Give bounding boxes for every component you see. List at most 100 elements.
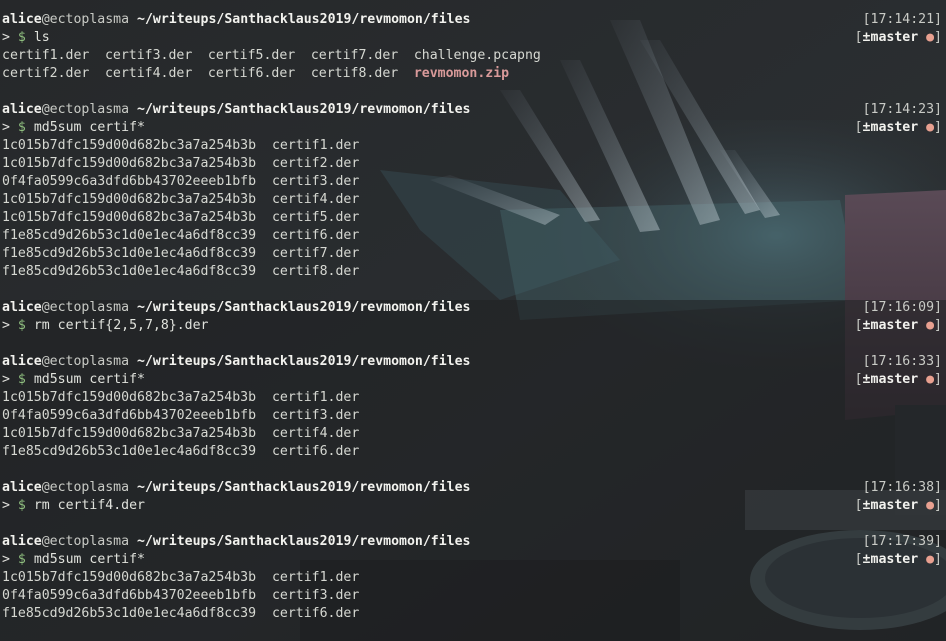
- prompt-host: ectoplasma: [49, 480, 130, 495]
- prompt-at: @: [41, 102, 50, 117]
- prompt-host: ectoplasma: [49, 300, 130, 315]
- git-branch-name: master: [870, 498, 919, 513]
- prompt-caret-icon: >: [2, 120, 10, 135]
- command-line: > $ md5sum certif* [±master ●]: [2, 119, 942, 137]
- prompt-caret-icon: >: [2, 30, 10, 45]
- git-status: [±master ●]: [855, 551, 942, 569]
- ls-entry: certif3.der: [104, 48, 193, 63]
- prompt-user: alice: [2, 534, 42, 549]
- ls-output-row: certif1.der certif3.der certif5.der certif7…: [2, 47, 942, 65]
- prompt-dollar: $: [17, 552, 26, 567]
- git-status: [±master ●]: [855, 119, 942, 137]
- git-dirty-dot-icon: ●: [926, 30, 935, 45]
- md5sum-output-line: 0f4fa0599c6a3dfd6bb43702eeeb1bfb certif3…: [2, 588, 360, 603]
- md5sum-output-line: f1e85cd9d26b53c1d0e1ec4a6df8cc39 certif6…: [2, 228, 360, 243]
- prompt-at: @: [41, 534, 50, 549]
- md5sum-output-line: 1c015b7dfc159d00d682bc3a7a254b3b certif1…: [2, 570, 360, 585]
- prompt-path: ~/writeups/Santhacklaus2019/revmomon/fil…: [137, 480, 471, 495]
- git-bracket-open: [: [854, 552, 863, 567]
- md5sum-output-line: 1c015b7dfc159d00d682bc3a7a254b3b certif2…: [2, 156, 360, 171]
- md5sum-output-line: 0f4fa0599c6a3dfd6bb43702eeeb1bfb certif3…: [2, 408, 360, 423]
- prompt-dollar: $: [17, 30, 26, 45]
- git-dirty-dot-icon: ●: [926, 120, 935, 135]
- prompt-caret-icon: >: [2, 318, 10, 333]
- prompt-host: ectoplasma: [49, 12, 130, 27]
- prompt-dollar: $: [17, 498, 26, 513]
- prompt-dollar: $: [17, 318, 26, 333]
- prompt-path: ~/writeups/Santhacklaus2019/revmomon/fil…: [137, 102, 471, 117]
- prompt-user: alice: [2, 12, 42, 27]
- prompt-user: alice: [2, 480, 42, 495]
- prompt-timestamp: [17:14:23]: [862, 102, 942, 117]
- prompt-caret-icon: >: [2, 552, 10, 567]
- ls-entry-archive: revmomon.zip: [413, 66, 510, 81]
- prompt-at: @: [41, 300, 50, 315]
- prompt-timestamp: [17:17:39]: [862, 534, 942, 549]
- prompt-at: @: [41, 12, 50, 27]
- ls-entry: certif4.der: [104, 66, 193, 81]
- git-bracket-close: ]: [934, 120, 942, 135]
- command-line: > $ rm certif{2,5,7,8}.der [±master ●]: [2, 317, 942, 335]
- prompt-timestamp: [17:14:21]: [862, 12, 942, 27]
- ls-output-row: certif2.der certif4.der certif6.der certif8…: [2, 65, 942, 83]
- ls-entry: certif1.der: [2, 48, 90, 63]
- git-dirty-dot-icon: ●: [926, 318, 935, 333]
- prompt-host: ectoplasma: [49, 354, 130, 369]
- command-text: ls: [33, 30, 50, 45]
- command-text: rm certif4.der: [33, 498, 145, 513]
- prompt-header: alice@ectoplasma ~/writeups/Santhacklaus…: [2, 11, 942, 29]
- git-status: [±master ●]: [855, 317, 942, 335]
- command-text: rm certif{2,5,7,8}.der: [33, 318, 209, 333]
- prompt-user: alice: [2, 300, 42, 315]
- git-status: [±master ●]: [855, 497, 942, 515]
- git-plusminus-icon: ±: [862, 30, 871, 45]
- git-dirty-dot-icon: ●: [926, 372, 935, 387]
- prompt-timestamp: [17:16:09]: [862, 300, 942, 315]
- md5sum-output-line: f1e85cd9d26b53c1d0e1ec4a6df8cc39 certif6…: [2, 606, 360, 621]
- prompt-path: ~/writeups/Santhacklaus2019/revmomon/fil…: [137, 300, 471, 315]
- command-text: md5sum certif*: [33, 552, 145, 567]
- git-bracket-open: [: [854, 30, 863, 45]
- prompt-user: alice: [2, 102, 42, 117]
- prompt-host: ectoplasma: [49, 102, 130, 117]
- git-branch-name: master: [870, 30, 919, 45]
- ls-entry: challenge.pcapng: [413, 48, 541, 63]
- git-plusminus-icon: ±: [862, 120, 871, 135]
- md5sum-output-line: f1e85cd9d26b53c1d0e1ec4a6df8cc39 certif6…: [2, 444, 360, 459]
- git-bracket-close: ]: [934, 498, 942, 513]
- git-status: [±master ●]: [855, 29, 942, 47]
- prompt-at: @: [41, 480, 50, 495]
- git-dirty-dot-icon: ●: [926, 498, 935, 513]
- prompt-header: alice@ectoplasma ~/writeups/Santhacklaus…: [2, 479, 942, 497]
- git-bracket-close: ]: [934, 372, 942, 387]
- prompt-host: ectoplasma: [49, 534, 130, 549]
- command-line: > $ rm certif4.der [±master ●]: [2, 497, 942, 515]
- prompt-caret-icon: >: [2, 498, 10, 513]
- md5sum-output-line: f1e85cd9d26b53c1d0e1ec4a6df8cc39 certif8…: [2, 264, 360, 279]
- md5sum-output-line: 1c015b7dfc159d00d682bc3a7a254b3b certif4…: [2, 426, 360, 441]
- ls-entry: certif5.der: [207, 48, 296, 63]
- git-dirty-dot-icon: ●: [926, 552, 935, 567]
- git-bracket-close: ]: [934, 552, 942, 567]
- command-text: md5sum certif*: [33, 120, 145, 135]
- md5sum-output-line: 1c015b7dfc159d00d682bc3a7a254b3b certif5…: [2, 210, 360, 225]
- md5sum-output-line: 0f4fa0599c6a3dfd6bb43702eeeb1bfb certif3…: [2, 174, 360, 189]
- git-plusminus-icon: ±: [862, 498, 871, 513]
- ls-entry: certif6.der: [207, 66, 296, 81]
- prompt-caret-icon: >: [2, 372, 10, 387]
- git-branch-name: master: [870, 552, 919, 567]
- prompt-header: alice@ectoplasma ~/writeups/Santhacklaus…: [2, 299, 942, 317]
- git-plusminus-icon: ±: [862, 372, 871, 387]
- md5sum-output-line: 1c015b7dfc159d00d682bc3a7a254b3b certif4…: [2, 192, 360, 207]
- prompt-path: ~/writeups/Santhacklaus2019/revmomon/fil…: [137, 354, 471, 369]
- git-plusminus-icon: ±: [862, 552, 871, 567]
- prompt-header: alice@ectoplasma ~/writeups/Santhacklaus…: [2, 533, 942, 551]
- ls-entry: certif2.der: [2, 66, 90, 81]
- command-line: > $ ls [±master ●]: [2, 29, 942, 47]
- prompt-path: ~/writeups/Santhacklaus2019/revmomon/fil…: [137, 534, 471, 549]
- git-bracket-open: [: [854, 372, 863, 387]
